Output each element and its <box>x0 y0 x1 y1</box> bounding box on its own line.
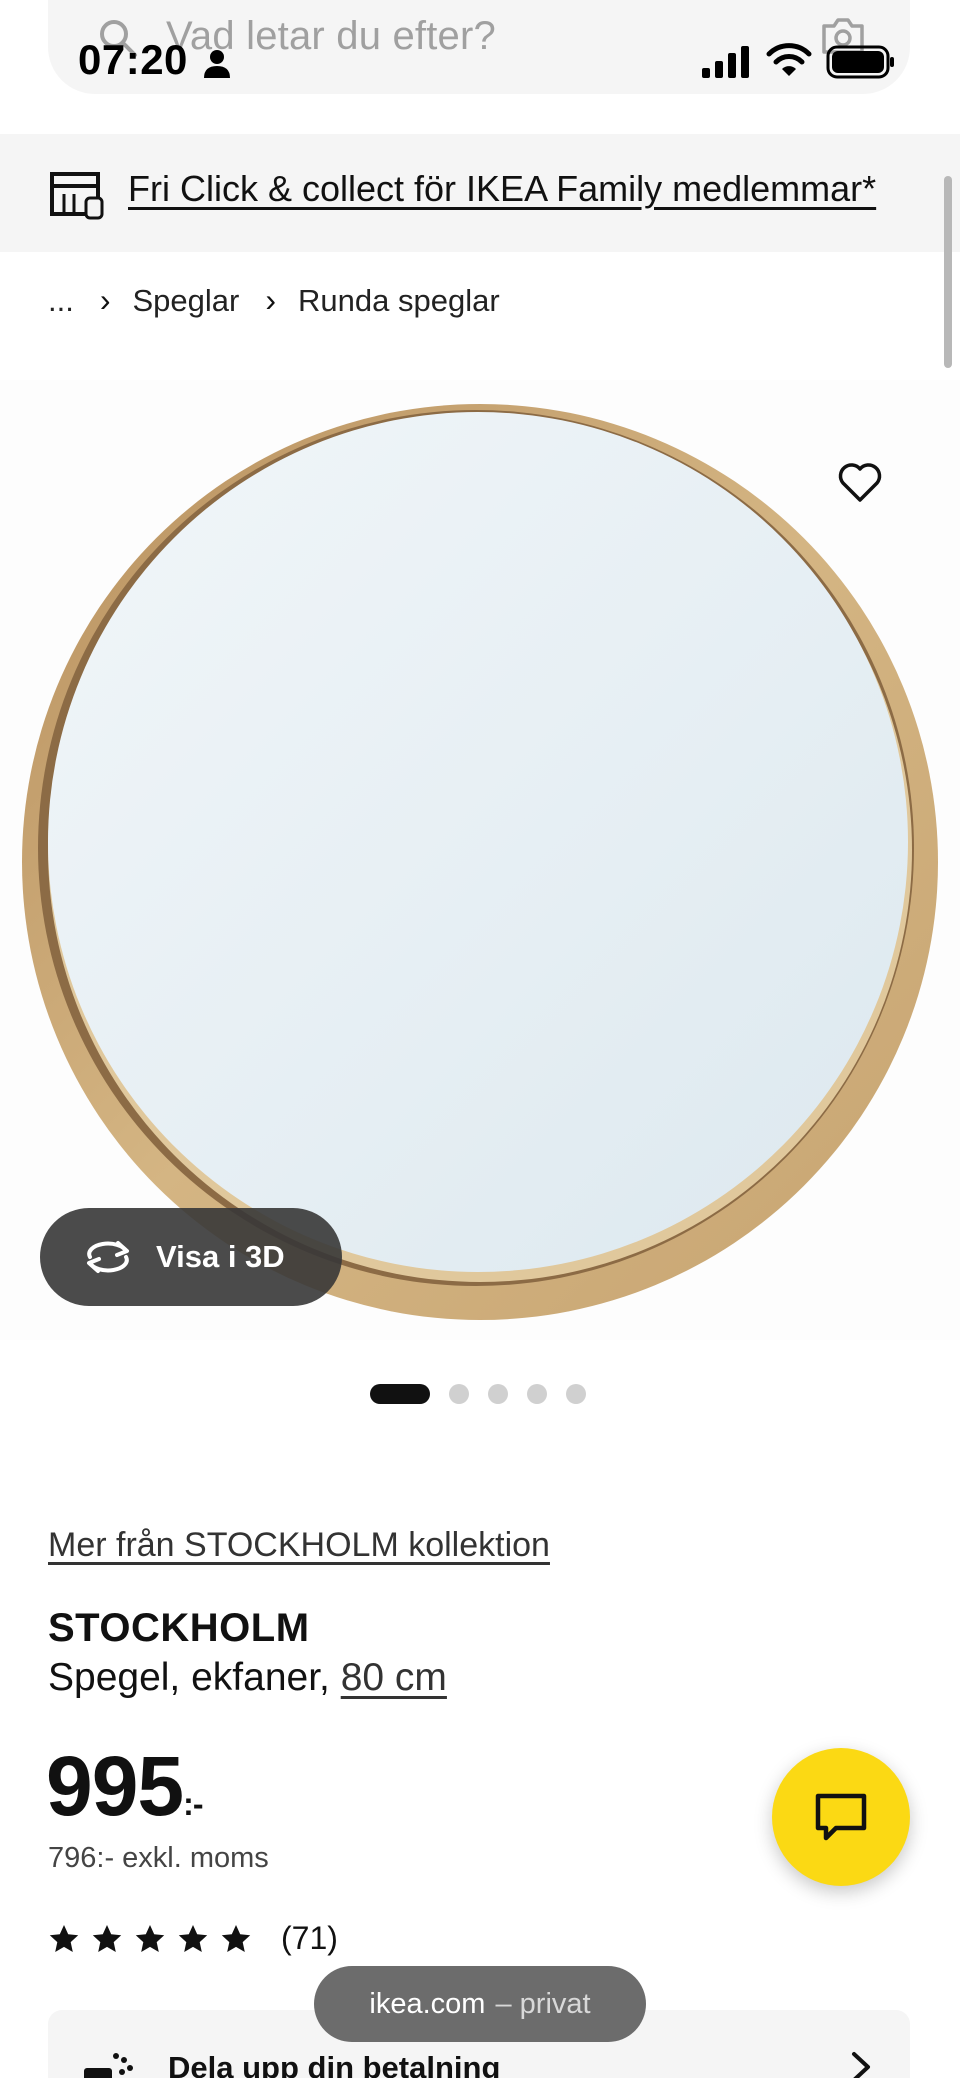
private-mode-label: – privat <box>495 1987 591 2020</box>
url-domain: ikea.com <box>369 1987 486 2020</box>
status-time: 07:20 <box>78 36 188 83</box>
price-ex-vat: 796:- exkl. moms <box>48 1842 269 1874</box>
product-type: Spegel, ekfaner, <box>48 1656 341 1699</box>
gallery-dot[interactable] <box>566 1384 586 1404</box>
price-suffix: :- <box>183 1786 203 1822</box>
star-icon <box>49 1924 79 1952</box>
scrollbar[interactable] <box>944 176 952 368</box>
view-in-3d-label: Visa i 3D <box>156 1239 285 1274</box>
breadcrumb-item-speglar[interactable]: Speglar <box>133 283 240 319</box>
product-description: Spegel, ekfaner, 80 cm <box>48 1656 447 1700</box>
star-icon <box>92 1924 122 1952</box>
rating[interactable]: (71) <box>48 1920 338 1957</box>
chevron-right-icon: › <box>99 282 111 318</box>
store-icon <box>50 172 104 220</box>
gallery-dot[interactable] <box>488 1384 508 1404</box>
price-value: 995 <box>46 1739 184 1833</box>
chevron-right-icon <box>852 2052 870 2078</box>
breadcrumb: ... › Speglar › Runda speglar <box>48 282 500 319</box>
click-collect-banner[interactable]: Fri Click & collect för IKEA Family medl… <box>0 134 960 252</box>
split-payment-label: Dela upp din betalning <box>168 2050 501 2078</box>
gallery-dot[interactable] <box>370 1384 430 1404</box>
breadcrumb-ellipsis[interactable]: ... <box>48 283 74 319</box>
view-in-3d-button[interactable]: Visa i 3D <box>40 1208 342 1306</box>
star-icon <box>178 1924 208 1952</box>
product-name: STOCKHOLM <box>48 1606 310 1650</box>
product-image[interactable] <box>0 380 960 1340</box>
gallery-dot[interactable] <box>449 1384 469 1404</box>
rotate-3d-icon <box>87 1241 129 1273</box>
browser-url-pill[interactable]: ikea.com – privat <box>314 1966 646 2042</box>
product-size-link[interactable]: 80 cm <box>341 1656 447 1699</box>
promo-link[interactable]: Fri Click & collect för IKEA Family medl… <box>128 168 876 210</box>
wifi-icon <box>766 43 812 76</box>
payment-icon <box>84 2053 133 2078</box>
gallery-dot[interactable] <box>527 1384 547 1404</box>
star-icon <box>135 1924 165 1952</box>
product-price: 995:- <box>46 1738 203 1835</box>
battery-icon <box>826 45 894 79</box>
breadcrumb-item-runda-speglar[interactable]: Runda speglar <box>298 283 500 319</box>
chat-icon <box>815 1793 867 1841</box>
heart-icon[interactable] <box>836 458 884 506</box>
person-icon <box>204 50 230 78</box>
star-icon <box>221 1924 251 1952</box>
review-count: (71) <box>281 1920 338 1956</box>
chat-button[interactable] <box>772 1748 910 1886</box>
collection-link[interactable]: Mer från STOCKHOLM kollektion <box>48 1526 550 1565</box>
gallery-pagination <box>370 1384 605 1404</box>
chevron-right-icon: › <box>265 282 277 318</box>
mirror-image <box>22 404 938 1320</box>
signal-icon <box>702 46 749 78</box>
